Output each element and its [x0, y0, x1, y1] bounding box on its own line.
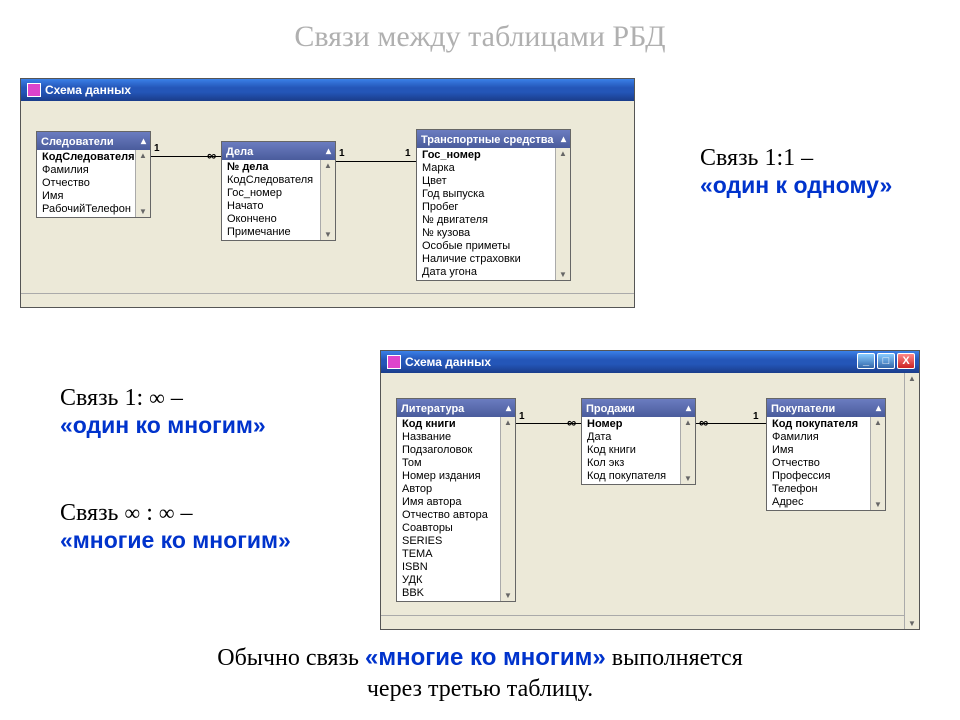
scrollbar[interactable]	[555, 148, 570, 280]
relation-cardinality-many: ∞	[567, 415, 576, 430]
table-fields: КодСледователя Фамилия Отчество Имя Рабо…	[37, 150, 150, 217]
close-button[interactable]: X	[897, 353, 915, 369]
label-one-to-many: Связь 1: ∞ – «один ко многим»	[60, 385, 266, 440]
relation-cardinality-one: 1	[405, 148, 411, 159]
table-fields: Номер Дата Код книги Кол экз Код покупат…	[582, 417, 695, 484]
table-prodazhi[interactable]: Продажи▴ Номер Дата Код книги Кол экз Ко…	[581, 398, 696, 485]
label-many-to-many: Связь ∞ : ∞ – «многие ко многим»	[60, 500, 291, 555]
table-pokupateli[interactable]: Покупатели▴ Код покупателя Фамилия Имя О…	[766, 398, 886, 511]
schema-window-1: Схема данных Следователи▴ КодСледователя…	[20, 78, 635, 308]
table-sledovateli[interactable]: Следователи▴ КодСледователя Фамилия Отче…	[36, 131, 151, 218]
relation-cardinality-many: ∞	[207, 148, 216, 163]
maximize-button[interactable]: □	[877, 353, 895, 369]
horizontal-scrollbar[interactable]	[381, 615, 919, 629]
relation-cardinality-one: 1	[519, 411, 525, 422]
chevron-icon: ▴	[561, 134, 566, 145]
window-body: Следователи▴ КодСледователя Фамилия Отче…	[21, 101, 634, 307]
table-fields: Код покупателя Фамилия Имя Отчество Проф…	[767, 417, 885, 510]
table-literatura[interactable]: Литература▴ Код книги Название Подзаголо…	[396, 398, 516, 602]
chevron-icon: ▴	[686, 403, 691, 414]
chevron-icon: ▴	[141, 136, 146, 147]
schema-window-2: Схема данных _ □ X Литература▴ Код книги…	[380, 350, 920, 630]
table-header: Продажи▴	[582, 399, 695, 417]
minimize-button[interactable]: _	[857, 353, 875, 369]
window-title-text: Схема данных	[405, 355, 491, 369]
horizontal-scrollbar[interactable]	[21, 293, 634, 307]
chevron-icon: ▴	[876, 403, 881, 414]
scrollbar[interactable]	[320, 160, 335, 240]
relation-cardinality-one: 1	[753, 411, 759, 422]
table-transport[interactable]: Транспортные средства▴ Гос_номер Марка Ц…	[416, 129, 571, 281]
table-header: Дела▴	[222, 142, 335, 160]
chevron-icon: ▴	[506, 403, 511, 414]
relation-cardinality-one: 1	[339, 148, 345, 159]
scrollbar[interactable]	[680, 417, 695, 484]
footer-text: Обычно связь «многие ко многим» выполняе…	[0, 642, 960, 705]
relation-line	[336, 161, 416, 162]
relation-cardinality-many: ∞	[699, 415, 708, 430]
table-header: Литература▴	[397, 399, 515, 417]
table-fields: № дела КодСледователя Гос_номер Начато О…	[222, 160, 335, 240]
window-titlebar: Схема данных _ □ X	[381, 351, 919, 373]
scrollbar[interactable]	[904, 373, 919, 629]
scrollbar[interactable]	[135, 150, 150, 217]
chevron-icon: ▴	[326, 146, 331, 157]
window-title-text: Схема данных	[45, 83, 131, 97]
label-one-to-one: Связь 1:1 – «один к одному»	[700, 145, 892, 200]
slide-title: Связи между таблицами РБД	[0, 0, 960, 64]
table-header: Покупатели▴	[767, 399, 885, 417]
table-header: Транспортные средства▴	[417, 130, 570, 148]
table-fields: Код книги Название Подзаголовок Том Номе…	[397, 417, 515, 601]
window-icon	[387, 355, 401, 369]
relation-cardinality-one: 1	[154, 143, 160, 154]
table-dela[interactable]: Дела▴ № дела КодСледователя Гос_номер На…	[221, 141, 336, 241]
table-fields: Гос_номер Марка Цвет Год выпуска Пробег …	[417, 148, 570, 280]
window-body: Литература▴ Код книги Название Подзаголо…	[381, 373, 919, 629]
scrollbar[interactable]	[870, 417, 885, 510]
scrollbar[interactable]	[500, 417, 515, 601]
window-icon	[27, 83, 41, 97]
table-header: Следователи▴	[37, 132, 150, 150]
window-titlebar: Схема данных	[21, 79, 634, 101]
